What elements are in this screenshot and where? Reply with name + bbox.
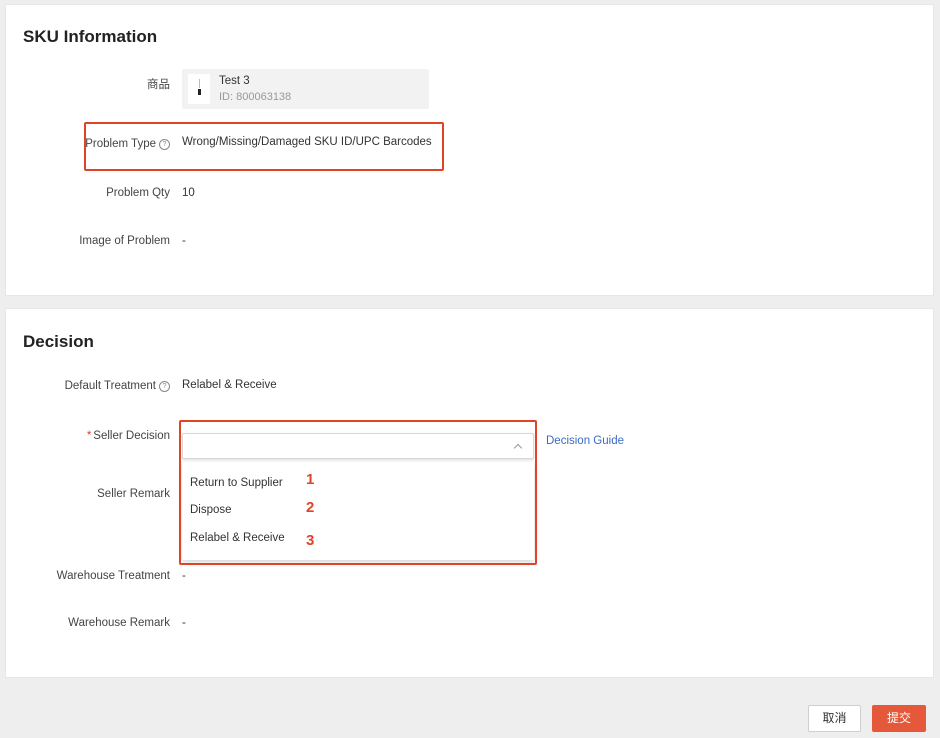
warehouse-treatment-label: Warehouse Treatment	[56, 570, 170, 582]
product-id: ID: 800063138	[219, 91, 292, 103]
seller-decision-highlight	[179, 420, 537, 565]
default-treatment-value: Relabel & Receive	[182, 379, 277, 391]
warehouse-treatment-value: -	[182, 570, 186, 582]
problem-qty-value: 10	[182, 187, 195, 199]
problem-qty-label: Problem Qty	[106, 187, 170, 199]
product-name: Test 3	[219, 75, 250, 87]
submit-button[interactable]: 提交	[872, 705, 926, 732]
image-of-problem-value: -	[182, 235, 186, 247]
seller-remark-label: Seller Remark	[97, 488, 170, 500]
default-treatment-label: Default Treatment?	[65, 380, 170, 392]
image-of-problem-label: Image of Problem	[79, 235, 170, 247]
warehouse-remark-label: Warehouse Remark	[68, 617, 170, 629]
sku-section-title: SKU Information	[23, 27, 158, 46]
problem-type-highlight	[84, 122, 444, 171]
product-thumbnail	[188, 74, 210, 104]
required-star: *	[86, 430, 92, 442]
warehouse-remark-value: -	[182, 617, 186, 629]
decision-section-title: Decision	[23, 332, 94, 351]
product-label: 商品	[147, 79, 170, 91]
product-card: Test 3 ID: 800063138	[182, 69, 429, 109]
decision-guide-link[interactable]: Decision Guide	[546, 435, 624, 447]
question-circle-icon[interactable]: ?	[159, 381, 170, 392]
seller-decision-label: * Seller Decision	[86, 430, 170, 442]
cancel-button[interactable]: 取消	[808, 705, 861, 732]
